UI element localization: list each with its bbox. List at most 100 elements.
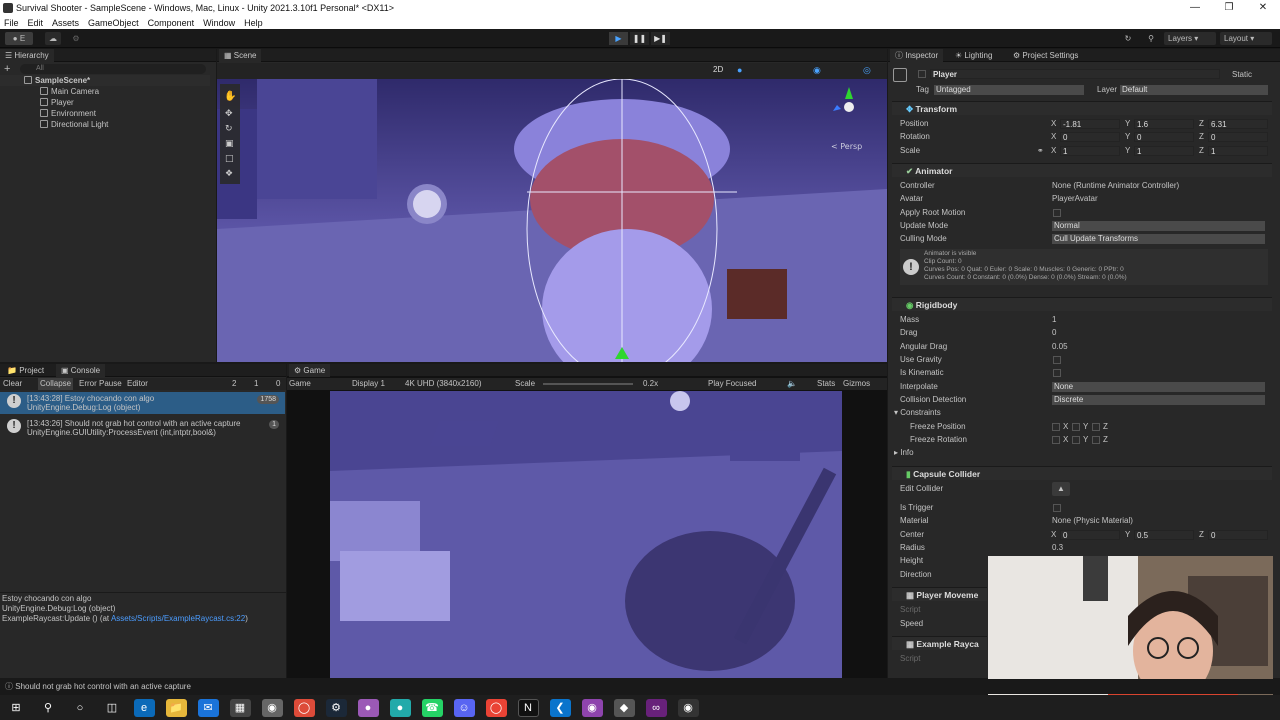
object-name-field[interactable]: Player xyxy=(930,69,1220,79)
edit-collider-button[interactable]: ▲ xyxy=(1052,482,1070,496)
console-entry[interactable]: ! [13:43:28] Estoy chocando con algo Uni… xyxy=(0,392,285,414)
rect-tool-icon[interactable]: □ xyxy=(225,154,234,164)
2d-toggle[interactable]: 2D xyxy=(713,65,723,74)
active-checkbox[interactable] xyxy=(918,70,926,78)
collab-icon[interactable]: ⚙ xyxy=(68,32,84,45)
play-focused-dropdown[interactable]: Play Focused xyxy=(708,378,756,390)
freeze-pos-z[interactable] xyxy=(1092,423,1100,431)
transform-header[interactable]: ✥ Transform xyxy=(892,101,1272,115)
update-mode-dropdown[interactable]: Normal xyxy=(1052,221,1265,231)
constraints-foldout[interactable]: ▾ Constraints xyxy=(894,407,1264,419)
interpolate-dropdown[interactable]: None xyxy=(1052,382,1265,392)
warn-count[interactable]: 2 xyxy=(232,378,236,390)
layout-dropdown[interactable]: Layout ▾ xyxy=(1220,32,1272,45)
cortana-icon[interactable]: ○ xyxy=(70,699,91,717)
move-tool-icon[interactable]: ✥ xyxy=(225,109,233,119)
gizmos-button[interactable]: Gizmos xyxy=(843,378,870,390)
scene-root[interactable]: SampleScene* xyxy=(0,75,210,86)
hand-tool-icon[interactable]: ✋ xyxy=(224,89,236,102)
controller-field[interactable]: None (Runtime Animator Controller) xyxy=(1052,180,1179,192)
use-gravity-checkbox[interactable] xyxy=(1053,356,1061,364)
info-foldout[interactable]: ▸ Info xyxy=(894,447,1264,459)
stats-button[interactable]: Stats xyxy=(817,378,835,390)
visual-studio-icon[interactable]: ∞ xyxy=(645,698,667,717)
static-toggle[interactable]: Static xyxy=(1232,70,1252,79)
pause-button[interactable]: ❚❚ xyxy=(630,32,649,45)
tab-project-settings[interactable]: ⚙ Project Settings xyxy=(1008,49,1083,62)
rotation-y-field[interactable]: 0 xyxy=(1134,132,1194,142)
freeze-pos-x[interactable] xyxy=(1052,423,1060,431)
resolution-dropdown[interactable]: 4K UHD (3840x2160) xyxy=(405,378,481,390)
scale-z-field[interactable]: 1 xyxy=(1208,146,1268,156)
menu-gameobject[interactable]: GameObject xyxy=(88,18,139,28)
rotate-tool-icon[interactable]: ↻ xyxy=(225,124,233,134)
game-view-dropdown[interactable]: Game xyxy=(289,378,311,390)
culling-mode-dropdown[interactable]: Cull Update Transforms xyxy=(1052,234,1265,244)
tag-dropdown[interactable]: Untagged xyxy=(934,85,1084,95)
freeze-rot-z[interactable] xyxy=(1092,436,1100,444)
rotation-z-field[interactable]: 0 xyxy=(1208,132,1268,142)
player-movement-header[interactable]: ▦ Player Moveme xyxy=(892,587,987,601)
app-icon[interactable]: ● xyxy=(357,698,379,717)
close-icon[interactable]: ✕ xyxy=(1246,0,1280,16)
tab-console[interactable]: ▣ Console xyxy=(56,364,106,377)
center-y-field[interactable]: 0.5 xyxy=(1134,530,1194,540)
start-icon[interactable]: ⊞ xyxy=(6,699,27,717)
center-x-field[interactable]: 0 xyxy=(1060,530,1120,540)
is-trigger-checkbox[interactable] xyxy=(1053,504,1061,512)
menu-assets[interactable]: Assets xyxy=(52,18,79,28)
freeze-rot-x[interactable] xyxy=(1052,436,1060,444)
freeze-rot-y[interactable] xyxy=(1072,436,1080,444)
store-icon[interactable]: ▦ xyxy=(229,698,251,717)
steam-icon[interactable]: ⚙ xyxy=(325,698,347,717)
obs-icon[interactable]: ◉ xyxy=(581,698,603,717)
play-button[interactable]: ▶ xyxy=(609,32,628,45)
transform-tool-icon[interactable]: ❖ xyxy=(225,169,233,179)
discord-icon[interactable]: ☺ xyxy=(453,698,475,717)
scale-y-field[interactable]: 1 xyxy=(1134,146,1194,156)
console-entry[interactable]: ! [13:43:26] Should not grab hot control… xyxy=(0,417,285,439)
notion-icon[interactable]: N xyxy=(517,698,539,717)
restore-icon[interactable]: ❐ xyxy=(1212,0,1246,16)
layers-dropdown[interactable]: Layers ▾ xyxy=(1164,32,1216,45)
angular-drag-field[interactable]: 0.05 xyxy=(1052,341,1068,353)
scale-tool-icon[interactable]: ▣ xyxy=(225,139,234,149)
minimize-icon[interactable]: — xyxy=(1178,0,1212,16)
tab-hierarchy[interactable]: ☰ Hierarchy xyxy=(0,49,54,62)
search-icon[interactable]: ⚲ xyxy=(38,699,59,717)
rigidbody-header[interactable]: ◉ Rigidbody xyxy=(892,297,1272,311)
tab-inspector[interactable]: ⓘ Inspector xyxy=(890,49,944,62)
tab-game[interactable]: ⚙ Game xyxy=(289,364,331,377)
material-field[interactable]: None (Physic Material) xyxy=(1052,515,1133,527)
tab-lighting[interactable]: ☀ Lighting xyxy=(950,49,997,62)
menu-edit[interactable]: Edit xyxy=(28,18,44,28)
link-icon[interactable]: ⚭ xyxy=(1037,146,1044,155)
mail-icon[interactable]: ✉ xyxy=(197,698,219,717)
history-icon[interactable]: ↻ xyxy=(1120,32,1136,45)
game-viewport[interactable] xyxy=(330,391,842,678)
radius-field[interactable]: 0.3 xyxy=(1052,542,1063,554)
unity-icon[interactable]: ◆ xyxy=(613,698,635,717)
tab-project[interactable]: 📁 Project xyxy=(2,364,49,377)
hierarchy-search-input[interactable]: All xyxy=(20,64,206,74)
position-x-field[interactable]: -1.81 xyxy=(1060,119,1120,129)
app-icon[interactable]: ● xyxy=(389,698,411,717)
step-button[interactable]: ▶❚ xyxy=(651,32,670,45)
error-count[interactable]: 0 xyxy=(276,378,280,390)
search-icon[interactable]: ⚲ xyxy=(1143,32,1159,45)
mass-field[interactable]: 1 xyxy=(1052,314,1056,326)
cloud-icon[interactable]: ☁ xyxy=(45,32,61,45)
apply-root-checkbox[interactable] xyxy=(1053,209,1061,217)
rotation-x-field[interactable]: 0 xyxy=(1060,132,1120,142)
console-detail[interactable]: Estoy chocando con algo UnityEngine.Debu… xyxy=(2,594,248,624)
visibility-icon[interactable]: ◉ xyxy=(813,65,821,76)
animator-header[interactable]: ✔ Animator xyxy=(892,163,1272,177)
display-dropdown[interactable]: Display 1 xyxy=(352,378,385,390)
position-z-field[interactable]: 6.31 xyxy=(1208,119,1268,129)
freeze-pos-y[interactable] xyxy=(1072,423,1080,431)
scene-viewport[interactable]: ✋ ✥ ↻ ▣ □ ❖ < Persp xyxy=(217,79,887,362)
mute-icon[interactable]: 🔈 xyxy=(787,378,797,390)
capsule-collider-header[interactable]: ▮ Capsule Collider xyxy=(892,466,1272,480)
whatsapp-icon[interactable]: ☎ xyxy=(421,698,443,717)
tab-scene[interactable]: ▦ Scene xyxy=(219,49,262,62)
